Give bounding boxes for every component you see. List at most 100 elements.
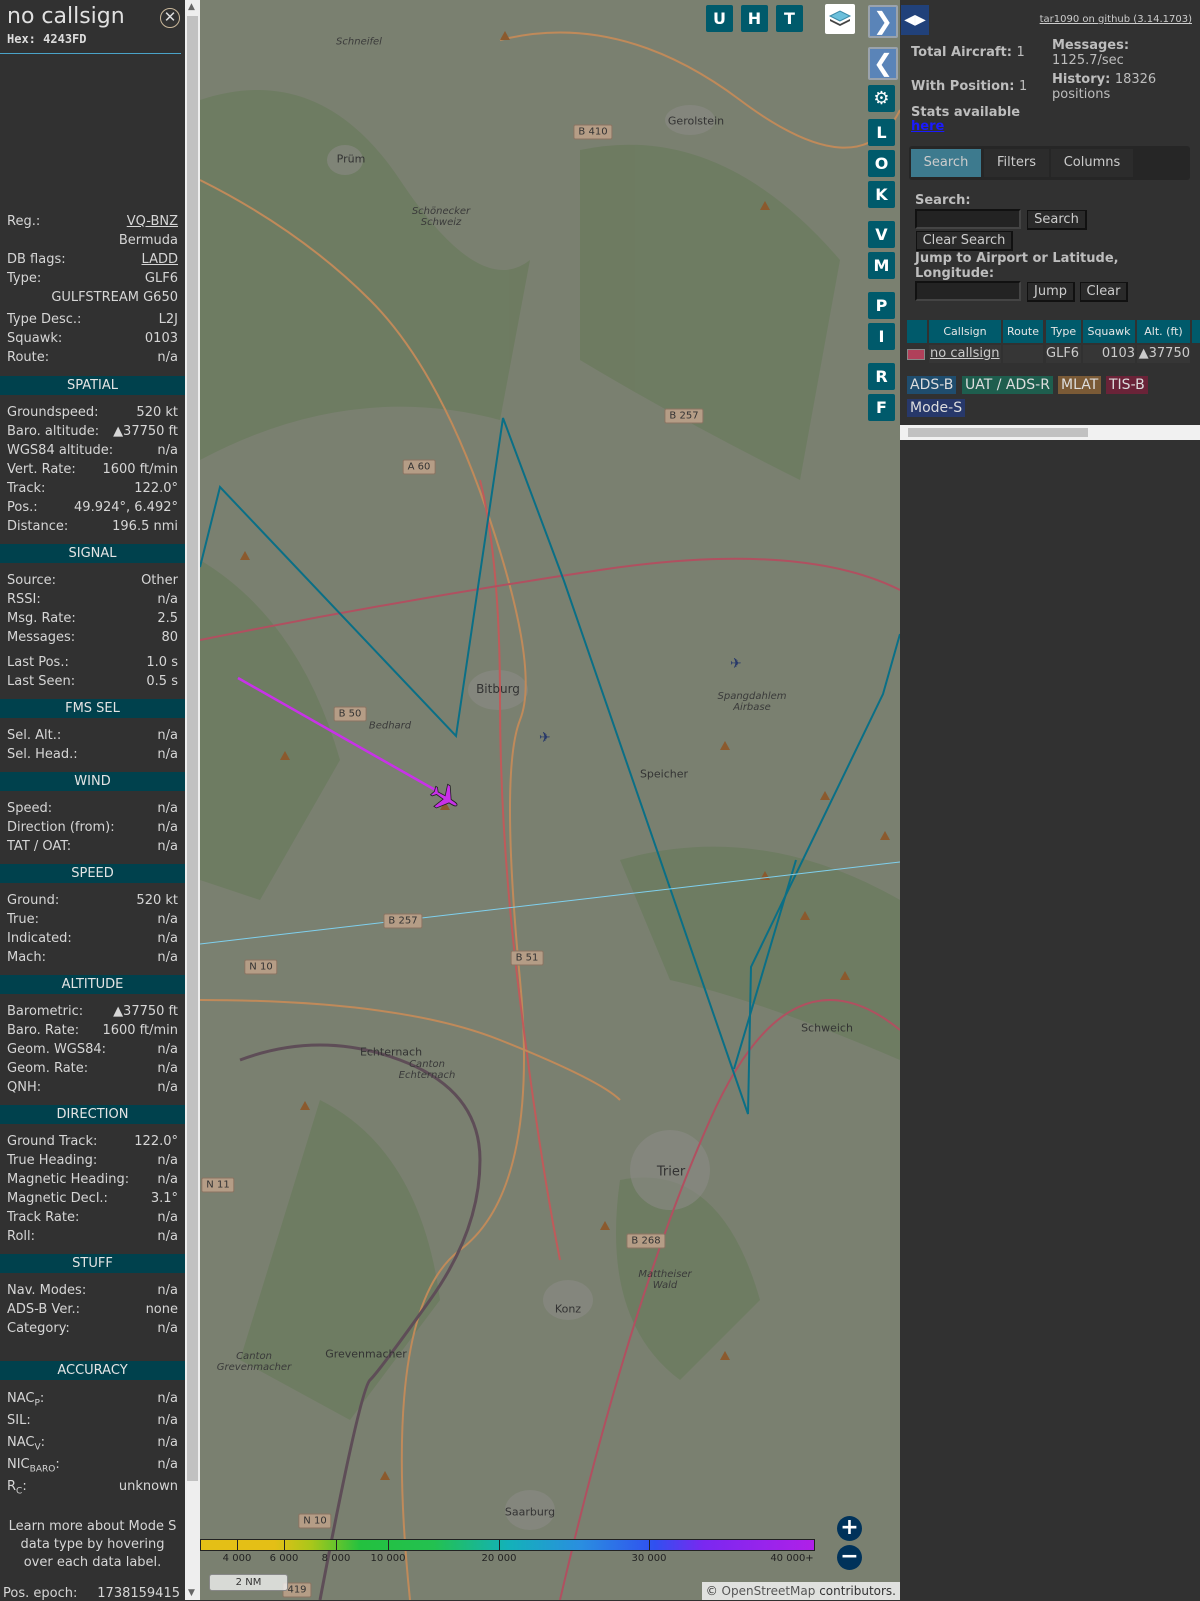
town-label: Konz bbox=[554, 1302, 582, 1316]
road-shield: B 410 bbox=[573, 124, 613, 140]
area-label: Bedhard bbox=[368, 720, 412, 732]
detail-row: Pos.: 49.924°, 6.492° bbox=[0, 498, 185, 517]
detail-row: Track: 122.0° bbox=[0, 479, 185, 498]
pos-epoch-label: Pos. epoch: bbox=[3, 1586, 78, 1601]
row-value: none bbox=[145, 1302, 178, 1317]
detail-row: Squawk: 0103 bbox=[0, 329, 185, 348]
row-value: 80 bbox=[161, 630, 178, 645]
settings-button[interactable]: ⚙ bbox=[868, 85, 895, 112]
row-value[interactable]: LADD bbox=[142, 250, 178, 269]
row-label: Baro. altitude: bbox=[7, 424, 100, 439]
row-callsign[interactable]: no callsign bbox=[929, 345, 1001, 363]
search-input[interactable] bbox=[915, 209, 1021, 229]
section-wind: WIND Speed: n/a Direction (from): n/a TAT / O… bbox=[0, 772, 185, 864]
toggle-button-h[interactable]: H bbox=[741, 5, 768, 32]
row-label: Type Desc.: bbox=[7, 312, 82, 327]
tab-columns[interactable]: Columns bbox=[1051, 149, 1133, 177]
toggle-button-i[interactable]: I bbox=[868, 323, 895, 350]
row-route bbox=[1003, 345, 1043, 363]
row-value: n/a bbox=[157, 1457, 178, 1472]
section-direction: DIRECTION Ground Track: 122.0° True Heading… bbox=[0, 1105, 185, 1254]
collapse-button[interactable]: ❮ bbox=[868, 47, 898, 80]
scrollbar-thumb[interactable] bbox=[908, 428, 1088, 437]
github-link[interactable]: tar1090 on github (3.14.1703) bbox=[1040, 14, 1192, 25]
row-value: 122.0° bbox=[134, 481, 178, 496]
tab-search[interactable]: Search bbox=[911, 149, 981, 177]
town-label: Schweich bbox=[801, 1021, 853, 1035]
aircraft-detail-panel: no callsign Hex: 4243FD ✕ Reg.: VQ-BNZ Ber… bbox=[0, 0, 185, 1601]
section-header: ACCURACY bbox=[0, 1361, 185, 1380]
left-panel-scrollbar[interactable]: ▲ ▼ bbox=[185, 0, 200, 1600]
detail-row: Ground: 520 kt bbox=[0, 891, 185, 910]
row-label: Nav. Modes: bbox=[7, 1283, 87, 1298]
toggle-button-v[interactable]: V bbox=[868, 221, 895, 248]
toggle-button-r[interactable]: R bbox=[868, 363, 895, 390]
zoom-out-button[interactable]: − bbox=[837, 1545, 862, 1570]
map-attribution: © OpenStreetMap contributors. bbox=[701, 1582, 900, 1600]
expand-button[interactable]: ❯ bbox=[868, 5, 898, 38]
row-value: 3.1° bbox=[150, 1191, 178, 1206]
layers-button[interactable] bbox=[825, 4, 855, 34]
toggle-button-p[interactable]: P bbox=[868, 292, 895, 319]
toggle-button-u[interactable]: U bbox=[706, 5, 733, 32]
row-value: 49.924°, 6.492° bbox=[74, 500, 178, 515]
column-header-altitude[interactable]: Alt. (ft) bbox=[1137, 320, 1190, 343]
tab-filters[interactable]: Filters bbox=[984, 149, 1049, 177]
scroll-up-icon[interactable]: ▲ bbox=[188, 2, 195, 12]
row-value: 0103 bbox=[144, 331, 178, 346]
table-horizontal-scrollbar[interactable] bbox=[900, 425, 1200, 440]
toggle-button-l[interactable]: L bbox=[868, 119, 895, 146]
row-value[interactable]: VQ-BNZ bbox=[127, 212, 178, 231]
detail-row: Type Desc.: L2J bbox=[0, 310, 185, 329]
close-icon[interactable]: ✕ bbox=[160, 8, 180, 28]
column-header-more[interactable] bbox=[1192, 320, 1200, 343]
jump-input[interactable] bbox=[915, 281, 1021, 301]
row-value: n/a bbox=[157, 1210, 178, 1225]
row-label: QNH: bbox=[7, 1080, 42, 1095]
scrollbar-thumb[interactable] bbox=[187, 16, 198, 1481]
search-button[interactable]: Search bbox=[1027, 210, 1087, 230]
toggle-sidebar-button[interactable]: ◀▶ bbox=[901, 5, 929, 35]
section-body: Sel. Alt.: n/a Sel. Head.: n/a bbox=[0, 718, 185, 772]
detail-row: Speed: n/a bbox=[0, 799, 185, 818]
scroll-down-icon[interactable]: ▼ bbox=[188, 1588, 195, 1598]
label-text: NIC bbox=[7, 1457, 30, 1472]
area-label: Canton Grevenmacher bbox=[216, 1351, 292, 1373]
row-label: Pos.: bbox=[7, 500, 38, 515]
legend-uat-adsr: UAT / ADS-R bbox=[962, 376, 1053, 394]
toggle-button-t[interactable]: T bbox=[776, 5, 803, 32]
detail-row: SIL: n/a bbox=[0, 1410, 185, 1432]
label-suffix: : bbox=[55, 1457, 60, 1472]
column-header-callsign[interactable]: Callsign bbox=[929, 320, 1001, 343]
zoom-in-button[interactable]: + bbox=[837, 1516, 862, 1541]
column-header-type[interactable]: Type bbox=[1046, 320, 1081, 343]
column-header-route[interactable]: Route bbox=[1003, 320, 1043, 343]
legend-tick bbox=[388, 1539, 389, 1551]
stats-link[interactable]: here bbox=[911, 119, 944, 134]
town-label: Saarburg bbox=[504, 1505, 556, 1519]
column-header-flag[interactable] bbox=[907, 320, 927, 343]
row-value: n/a bbox=[157, 801, 178, 816]
clear-button[interactable]: Clear bbox=[1080, 282, 1128, 302]
detail-row: Route: n/a bbox=[0, 348, 185, 367]
row-label: Squawk: bbox=[7, 331, 63, 346]
toggle-button-m[interactable]: M bbox=[868, 252, 895, 279]
jump-button[interactable]: Jump bbox=[1027, 282, 1075, 302]
row-value: n/a bbox=[157, 1061, 178, 1076]
legend-label: 30 000 bbox=[631, 1553, 667, 1564]
map[interactable]: ✈ ✈ Prüm Gerolstein Bitburg Speicher Trie… bbox=[200, 0, 900, 1600]
clear-search-button[interactable]: Clear Search bbox=[916, 231, 1013, 251]
column-header-squawk[interactable]: Squawk bbox=[1083, 320, 1135, 343]
section-fms-sel: FMS SEL Sel. Alt.: n/a Sel. Head.: n/a bbox=[0, 699, 185, 772]
row-label: WGS84 altitude: bbox=[7, 443, 114, 458]
row-label: Sel. Head.: bbox=[7, 747, 78, 762]
messages-label: Messages: bbox=[1052, 38, 1130, 53]
row-value: n/a bbox=[157, 1042, 178, 1057]
row-value: Bermuda bbox=[118, 233, 178, 248]
row-label: Direction (from): bbox=[7, 820, 115, 835]
toggle-button-f[interactable]: F bbox=[868, 394, 895, 421]
osm-link[interactable]: OpenStreetMap bbox=[722, 1584, 816, 1598]
detail-row: Track Rate: n/a bbox=[0, 1208, 185, 1227]
toggle-button-o[interactable]: O bbox=[868, 150, 895, 177]
toggle-button-k[interactable]: K bbox=[868, 181, 895, 208]
